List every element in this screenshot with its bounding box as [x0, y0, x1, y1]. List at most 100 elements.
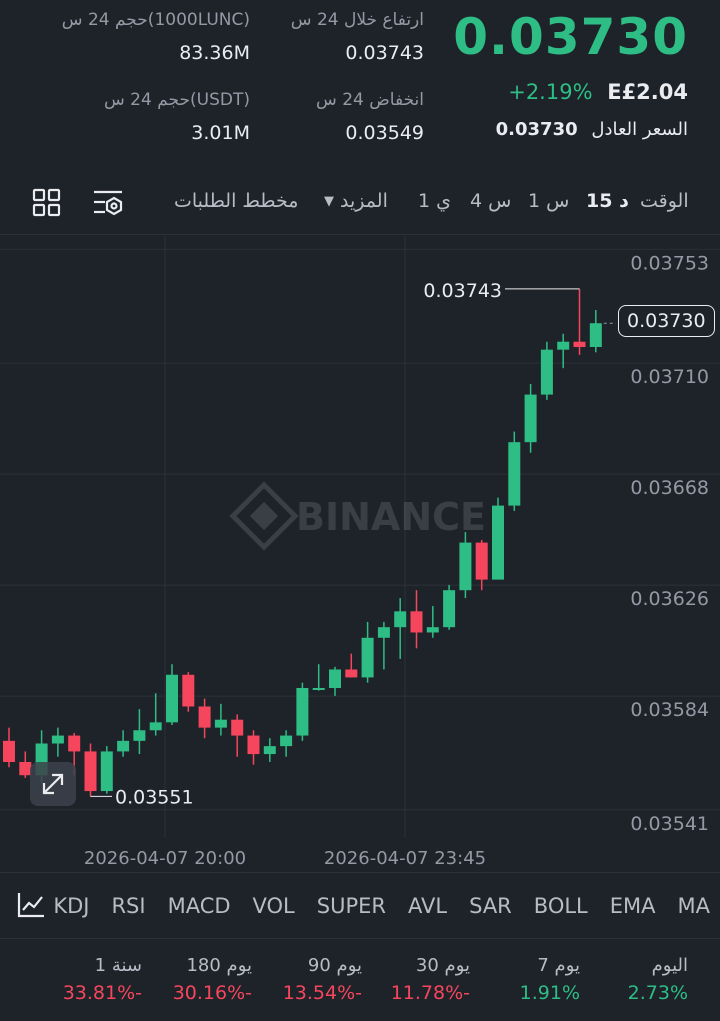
indicator-tab-sar[interactable]: SAR [469, 894, 512, 918]
expand-chart-button[interactable] [30, 762, 76, 806]
candle [296, 682, 309, 741]
more-dropdown[interactable]: ▼ المزيد [324, 190, 388, 212]
indicator-tab-avl[interactable]: AVL [408, 894, 447, 918]
tab-1h[interactable]: 1 س [528, 190, 569, 212]
candle [3, 727, 15, 768]
performance-label: 1 سنة [94, 955, 142, 976]
y-tick-label: 0.03668 [630, 477, 709, 499]
candle [214, 703, 227, 736]
watermark-text: BINANCE [296, 495, 486, 539]
divider [0, 938, 720, 939]
candlestick-chart[interactable]: BINANCE 0.03743 0.03551 0.03753 0.03710 0.0… [0, 236, 720, 872]
grid-layout-icon[interactable] [32, 188, 62, 218]
price-change-pct: +2.19% [508, 80, 593, 104]
performance-label: 7 يوم [537, 955, 580, 976]
candle [524, 384, 537, 453]
y-tick-label: 0.03626 [630, 588, 709, 610]
low-24h-label: انخفاض 24 س [316, 90, 424, 110]
candle [247, 730, 260, 765]
time-label: الوقت [640, 190, 689, 212]
indicator-tabs: KDJ RSI MACD VOL SUPER AVL SAR BOLL EMA MA [53, 894, 710, 918]
candle [100, 746, 113, 794]
high-24h-value: 0.03743 [345, 42, 424, 64]
candle [329, 666, 341, 696]
performance-label: 90 يوم [307, 955, 362, 976]
indicator-tab-kdj[interactable]: KDJ [53, 894, 89, 918]
more-label: المزيد [340, 190, 388, 212]
fair-price-row: 0.03730 السعر العادل [496, 119, 688, 140]
volume-quote-label: حجم 24 س(USDT) [104, 90, 250, 110]
indicator-tab-rsi[interactable]: RSI [111, 894, 145, 918]
performance-label: 180 يوم [186, 955, 252, 976]
y-tick-label: 0.03710 [630, 366, 709, 388]
fair-price-value: 0.03730 [495, 119, 578, 140]
candle [426, 606, 439, 638]
x-tick-label: 2026-04-07 23:45 [324, 848, 486, 869]
y-tick-label: 0.03584 [630, 699, 709, 721]
indicator-tab-ema[interactable]: EMA [610, 894, 656, 918]
binance-logo-icon [229, 481, 299, 551]
performance-value: 2.73% [627, 982, 688, 1004]
candle [166, 664, 178, 725]
indicator-tab-ma[interactable]: MA [678, 894, 710, 918]
candle [51, 727, 64, 757]
volume-base-label: حجم 24 س(1000LUNC) [61, 10, 250, 30]
price-change-row: +2.19% E£2.04 [508, 80, 688, 104]
performance-value: 30.16%- [172, 982, 252, 1004]
performance-value: 33.81%- [62, 982, 142, 1004]
candle [280, 730, 293, 757]
local-price: E£2.04 [607, 80, 688, 104]
current-price-tag: 0.03730 [618, 305, 715, 338]
candle [361, 621, 374, 683]
candle [573, 288, 586, 355]
candle [589, 310, 602, 353]
indicator-tab-vol[interactable]: VOL [253, 894, 295, 918]
candle [198, 698, 211, 739]
performance-value: 13.54%- [282, 982, 362, 1004]
candle [117, 730, 130, 757]
binance-watermark: BINANCE [229, 481, 486, 551]
tab-4h[interactable]: 4 س [470, 190, 511, 212]
high-marker-label: 0.03743 [423, 280, 502, 302]
chart-settings-icon[interactable] [92, 188, 126, 218]
candle [133, 709, 146, 755]
candle [443, 584, 456, 630]
y-tick-label: 0.03753 [630, 252, 709, 274]
indicator-chart-icon[interactable] [16, 891, 46, 919]
tab-1d[interactable]: 1 ي [418, 190, 451, 212]
last-price: 0.03730 [453, 8, 688, 66]
volume-base-value: 83.36M [179, 42, 250, 64]
candle [410, 590, 423, 649]
divider [0, 234, 720, 235]
indicator-tab-super[interactable]: SUPER [317, 894, 386, 918]
low-marker-label: 0.03551 [115, 786, 194, 808]
expand-icon [42, 773, 64, 795]
x-tick-label: 2026-04-07 20:00 [84, 848, 246, 869]
candle [459, 532, 472, 599]
indicator-tab-boll[interactable]: BOLL [534, 894, 588, 918]
candle [475, 539, 488, 591]
tab-orderbook-chart[interactable]: مخطط الطلبات [174, 190, 298, 212]
fair-price-label: السعر العادل [591, 119, 688, 140]
y-tick-label: 0.03541 [630, 813, 709, 835]
high-24h-label: ارتفاع خلال 24 س [290, 10, 424, 30]
dropdown-caret-icon: ▼ [324, 194, 334, 209]
candle [149, 693, 162, 736]
candle [182, 672, 195, 712]
indicator-tab-macd[interactable]: MACD [168, 894, 231, 918]
performance-value: 11.78%- [390, 982, 470, 1004]
candle [377, 621, 390, 670]
performance-label: اليوم [651, 955, 688, 976]
low-24h-value: 0.03549 [345, 122, 424, 144]
candle [263, 738, 276, 762]
divider [0, 872, 720, 873]
candle [508, 431, 521, 511]
candle [312, 664, 325, 691]
candle [492, 497, 504, 580]
performance-value: 1.91% [519, 982, 580, 1004]
tab-15m[interactable]: 15 د [586, 190, 629, 212]
candle [345, 653, 358, 678]
candle [540, 341, 553, 400]
volume-quote-value: 3.01M [191, 122, 250, 144]
performance-label: 30 يوم [415, 955, 470, 976]
